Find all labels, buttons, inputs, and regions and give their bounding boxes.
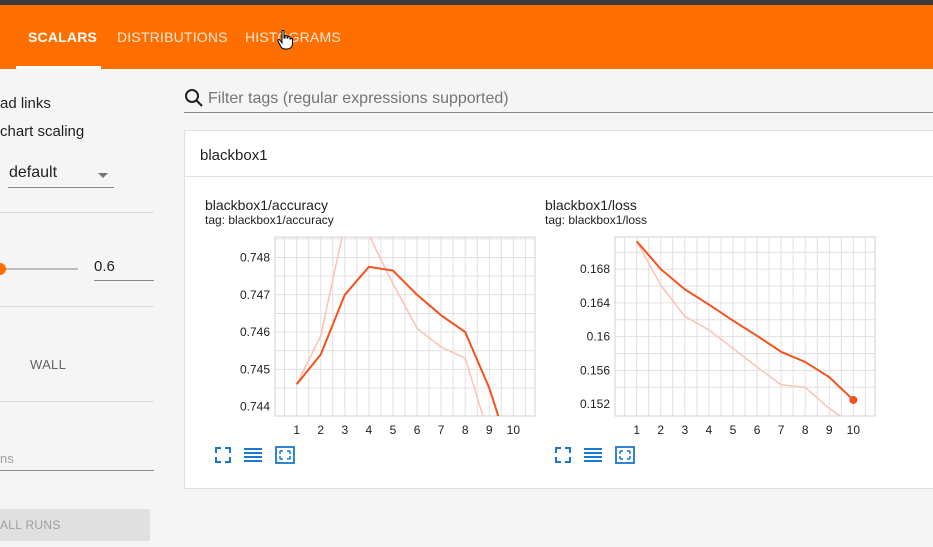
x-tick-label: 1 xyxy=(293,423,300,437)
tag-group-title: blackbox1 xyxy=(200,147,268,164)
hand-cursor-icon xyxy=(277,30,293,50)
sidebar-divider xyxy=(0,212,154,213)
x-tick-label: 7 xyxy=(778,423,785,437)
x-tick-label: 8 xyxy=(802,423,809,437)
x-tick-label: 9 xyxy=(486,423,493,437)
chart-scaling-checkbox-label[interactable]: chart scaling xyxy=(0,123,84,140)
fullscreen-icon[interactable] xyxy=(213,445,233,465)
x-tick-label: 5 xyxy=(390,423,397,437)
x-tick-label: 10 xyxy=(847,423,861,437)
horizontal-axis-wall-option[interactable]: WALL xyxy=(30,357,66,372)
chart-tag: tag: blackbox1/loss xyxy=(545,213,648,227)
chart-card-loss: blackbox1/loss tag: blackbox1/loss 0.168… xyxy=(525,177,876,489)
tab-scalars[interactable]: SCALARS xyxy=(28,5,97,69)
sidebar-divider xyxy=(0,401,154,402)
x-tick-label: 5 xyxy=(730,423,737,437)
x-tick-label: 7 xyxy=(438,423,445,437)
toggle-log-scale-icon[interactable] xyxy=(583,445,603,465)
search-icon xyxy=(185,89,203,107)
tag-filter-search[interactable]: Filter tags (regular expressions support… xyxy=(184,85,933,113)
accuracy-chart[interactable]: 0.748 0.747 0.746 0.745 0.744 1 2 3 4 5 6 7 8 9 10 xyxy=(185,227,536,442)
x-tick-label: 2 xyxy=(317,423,324,437)
search-placeholder: Filter tags (regular expressions support… xyxy=(208,90,509,107)
fullscreen-icon[interactable] xyxy=(553,445,573,465)
x-tick-label: 8 xyxy=(462,423,469,437)
x-tick-label: 10 xyxy=(507,423,521,437)
y-tick-label: 0.156 xyxy=(580,363,610,377)
x-tick-label: 2 xyxy=(657,423,664,437)
y-tick-label: 0.748 xyxy=(240,251,270,265)
sidebar-divider xyxy=(0,306,154,307)
y-tick-label: 0.164 xyxy=(580,296,610,310)
chart-card-accuracy: blackbox1/accuracy tag: blackbox1/accura… xyxy=(185,177,536,489)
tooltip-sorting-value: default xyxy=(9,164,58,181)
y-tick-label: 0.152 xyxy=(580,397,610,411)
fit-domain-icon[interactable] xyxy=(275,445,295,465)
x-tick-label: 4 xyxy=(366,423,373,437)
loss-chart[interactable]: 0.168 0.164 0.16 0.156 0.152 1 2 3 4 5 6 7 8 9 10 xyxy=(525,227,876,442)
x-tick-label: 9 xyxy=(826,423,833,437)
tag-group-header[interactable]: blackbox1 xyxy=(185,131,933,177)
y-tick-label: 0.747 xyxy=(240,288,270,302)
data-point-marker xyxy=(849,395,858,404)
y-tick-label: 0.746 xyxy=(240,325,270,339)
grid-group xyxy=(275,237,535,416)
chart-title: blackbox1/accuracy xyxy=(205,197,328,213)
y-tick-label: 0.16 xyxy=(587,330,611,344)
y-tick-label: 0.745 xyxy=(240,362,270,376)
runs-filter-input[interactable]: ns xyxy=(0,447,154,471)
chart-title: blackbox1/loss xyxy=(545,197,637,213)
x-tick-label: 6 xyxy=(414,423,421,437)
x-tick-label: 3 xyxy=(341,423,348,437)
x-tick-label: 3 xyxy=(681,423,688,437)
y-tick-label: 0.168 xyxy=(580,262,610,276)
top-navigation-bar: SCALARS DISTRIBUTIONS HISTOGRAMS xyxy=(0,5,933,69)
y-tick-label: 0.744 xyxy=(240,400,270,414)
chevron-down-icon xyxy=(98,173,108,178)
smoothing-value-input[interactable]: 0.6 xyxy=(94,255,154,281)
tab-distributions[interactable]: DISTRIBUTIONS xyxy=(117,5,228,69)
x-tick-label: 6 xyxy=(754,423,761,437)
toggle-log-scale-icon[interactable] xyxy=(243,445,263,465)
sidebar: ad links chart scaling default 0.6 WALL … xyxy=(0,69,170,547)
smoothing-slider-track[interactable] xyxy=(0,268,78,270)
tag-group-panel: blackbox1 blackbox1/accuracy tag: blackb… xyxy=(184,130,933,489)
fit-domain-icon[interactable] xyxy=(615,445,635,465)
x-tick-label: 1 xyxy=(633,423,640,437)
tooltip-sorting-select[interactable]: default xyxy=(8,164,114,188)
chart-tag: tag: blackbox1/accuracy xyxy=(205,213,334,227)
smoothing-slider-knob[interactable] xyxy=(0,263,6,275)
toggle-all-runs-button[interactable]: ALL RUNS xyxy=(0,509,150,541)
grid-group xyxy=(615,237,875,416)
download-links-checkbox-label[interactable]: ad links xyxy=(0,95,51,112)
x-tick-label: 4 xyxy=(706,423,713,437)
